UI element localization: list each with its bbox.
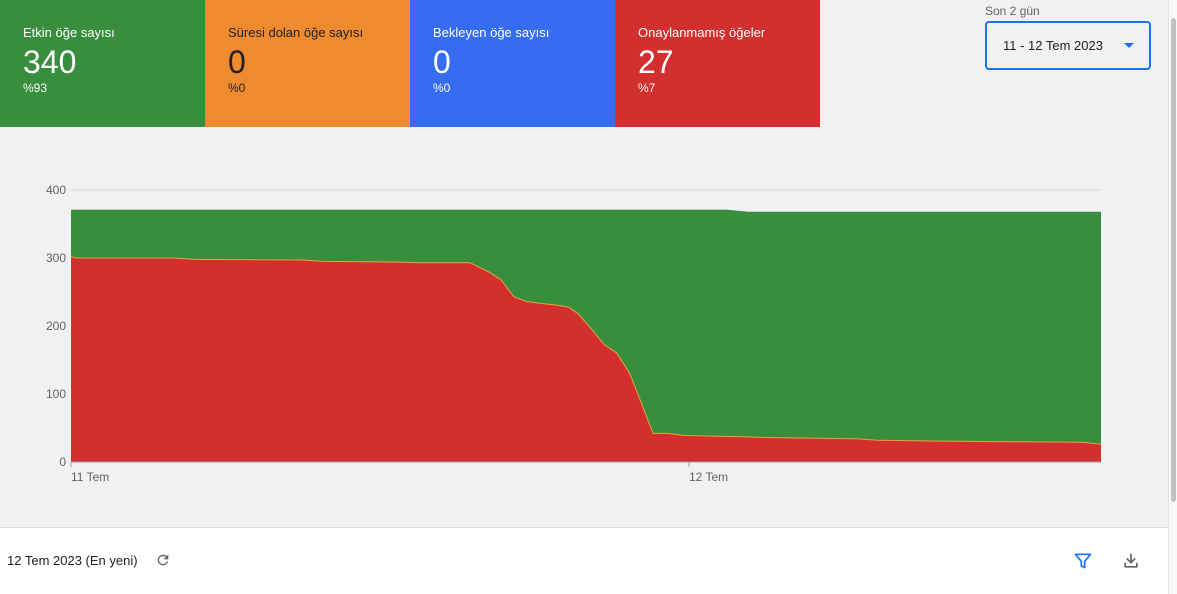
vertical-scrollbar[interactable] — [1168, 0, 1177, 594]
y-tick-label: 300 — [46, 251, 66, 265]
date-range-label: Son 2 gün — [985, 4, 1040, 18]
card-disapproved-items[interactable]: Onaylanmamış öğeler 27 %7 — [615, 0, 820, 127]
y-tick-label: 0 — [59, 455, 66, 469]
card-label: Bekleyen öğe sayısı — [433, 25, 550, 40]
card-value: 27 — [638, 44, 674, 80]
download-icon[interactable] — [1121, 551, 1141, 571]
card-percent: %7 — [638, 81, 656, 95]
date-range-value: 11 - 12 Tem 2023 — [1003, 38, 1103, 53]
refresh-icon[interactable] — [155, 552, 171, 568]
dropdown-caret-icon — [1124, 43, 1134, 48]
card-expired-items[interactable]: Süresi dolan öğe sayısı 0 %0 — [205, 0, 410, 127]
y-tick-label: 100 — [46, 387, 66, 401]
filter-icon[interactable] — [1073, 551, 1093, 571]
card-label: Süresi dolan öğe sayısı — [228, 25, 364, 40]
app-root: Etkin öğe sayısı 340 %93 Süresi dolan öğ… — [0, 0, 1177, 594]
card-value: 340 — [23, 44, 77, 80]
y-tick-label: 200 — [46, 319, 66, 333]
card-label: Etkin öğe sayısı — [23, 25, 115, 40]
x-tick-label: 12 Tem — [689, 470, 728, 484]
stacked-area-chart: 0 100 200 300 400 11 Tem 12 Tem — [46, 183, 1102, 484]
date-range-dropdown[interactable]: 11 - 12 Tem 2023 — [985, 21, 1151, 70]
footer-date: 12 Tem 2023 (En yeni) — [7, 553, 138, 568]
card-label: Onaylanmamış öğeler — [638, 25, 766, 40]
footer-bar: 12 Tem 2023 (En yeni) — [0, 527, 1168, 594]
card-percent: %0 — [228, 81, 246, 95]
x-tick-label: 11 Tem — [71, 470, 109, 484]
card-value: 0 — [433, 44, 451, 80]
scrollbar-thumb[interactable] — [1171, 18, 1176, 502]
card-active-items[interactable]: Etkin öğe sayısı 340 %93 — [0, 0, 205, 127]
card-value: 0 — [228, 44, 246, 80]
card-pending-items[interactable]: Bekleyen öğe sayısı 0 %0 — [410, 0, 615, 127]
card-percent: %0 — [433, 81, 451, 95]
card-percent: %93 — [23, 81, 48, 95]
y-tick-label: 400 — [46, 183, 66, 197]
summary-cards: Etkin öğe sayısı 340 %93 Süresi dolan öğ… — [0, 0, 820, 127]
